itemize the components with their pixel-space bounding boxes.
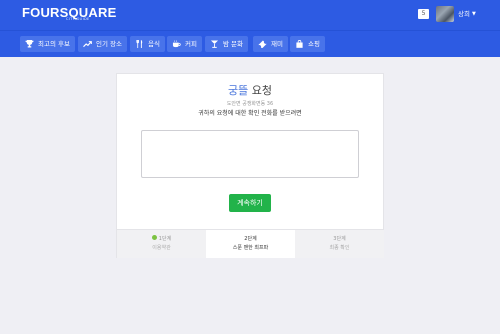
notification-badge[interactable]: 5: [418, 9, 429, 19]
nav-item-coffee[interactable]: 커피: [167, 36, 202, 52]
step-number: 3단계: [333, 236, 346, 242]
nav-item-food[interactable]: 음식: [130, 36, 165, 52]
nav-item-shopping[interactable]: 쇼핑: [290, 36, 325, 52]
cocktail-icon: [210, 40, 219, 48]
step-3: 3단계 최종 확인: [295, 230, 384, 258]
user-menu[interactable]: 상희 ▼: [458, 10, 476, 18]
step-label: 스푼 맨한 최프파: [232, 245, 269, 251]
check-dot-icon: [151, 235, 157, 240]
trending-icon: [83, 41, 92, 48]
continue-button[interactable]: 계속하기: [229, 194, 271, 212]
venue-address: 도안면 공쟁화면동 36: [226, 101, 274, 107]
progress-steps: 1단계 이용약관 2단계 스푼 맨한 최프파 3단계 최종 확인: [117, 229, 384, 258]
nav-item-label: 최고의 후보: [38, 40, 70, 48]
step-1: 1단계 이용약관: [117, 230, 206, 258]
request-card: 궁뜰 요청 도안면 공쟁화면동 36 귀하의 요청에 대한 확인 전화를 받으려…: [116, 73, 384, 258]
nav-item-nightlife[interactable]: 밤 문화: [205, 36, 249, 52]
title-suffix: 요청: [248, 84, 272, 97]
chevron-down-icon: ▼: [471, 11, 476, 17]
trophy-icon: [25, 40, 34, 48]
request-textarea[interactable]: [141, 130, 359, 178]
username-label: 상희: [458, 10, 470, 18]
nav-item-fun[interactable]: 재미: [253, 36, 288, 52]
user-avatar[interactable]: [436, 6, 454, 22]
nav-item-best-picks[interactable]: 최고의 후보: [20, 36, 75, 52]
page-title: 궁뜰 요청: [117, 84, 383, 97]
nav-item-label: 인기 장소: [96, 40, 122, 48]
nav-item-label: 음식: [148, 40, 160, 48]
nav-item-label: 커피: [185, 40, 197, 48]
nav-item-label: 쇼핑: [308, 40, 320, 48]
top-header: FOURSQUARE CITY GUIDE 5 상희 ▼: [0, 0, 500, 30]
shopping-bag-icon: [296, 40, 303, 48]
step-2: 2단계 스푼 맨한 최프파: [206, 230, 295, 258]
step-number: 1단계: [117, 235, 206, 242]
step-label: 최종 확인: [329, 245, 350, 251]
logo-subtitle: CITY GUIDE: [66, 17, 90, 21]
request-prompt: 귀하의 요청에 대한 확인 전화를 받으려면: [198, 110, 302, 117]
step-label: 이용약관: [152, 245, 171, 251]
nav-item-trending[interactable]: 인기 장소: [78, 36, 127, 52]
fork-knife-icon: [136, 40, 143, 48]
nav-item-label: 밤 문화: [223, 40, 244, 48]
coffee-icon: [172, 40, 181, 48]
ticket-icon: [258, 40, 267, 48]
venue-name[interactable]: 궁뜰: [228, 84, 248, 97]
nav-item-label: 재미: [271, 40, 283, 48]
category-nav: 최고의 후보 인기 장소 음식 커피 밤 문화 재미 쇼핑: [0, 30, 500, 57]
step-number: 2단계: [244, 236, 257, 242]
